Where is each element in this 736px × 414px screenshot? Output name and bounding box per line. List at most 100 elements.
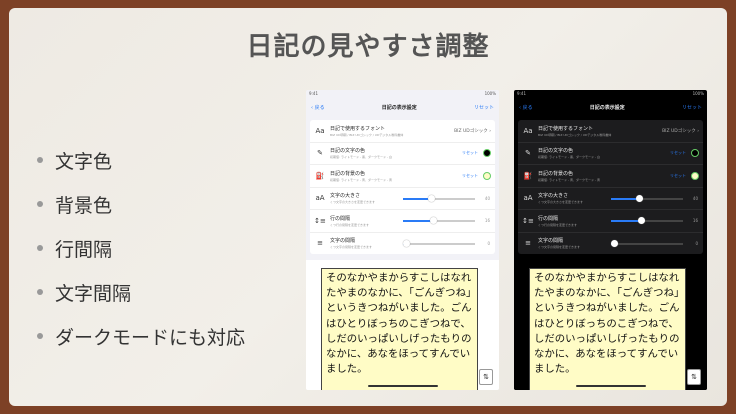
slider-knob[interactable] — [611, 239, 619, 247]
bullet-text: ダークモードにも対応 — [55, 326, 246, 349]
slider-value: 40 — [484, 195, 490, 201]
settings-row[interactable]: aA 文字の大きさ くつ文字の大きさを変更できます 40 — [310, 188, 495, 210]
bullet-text: 文字色 — [55, 150, 113, 173]
bullet-dot-icon — [37, 245, 43, 251]
dark-mode-screenshot: 9:41 100% ‹ 戻る 日記の表示設定 リセット Aa 日記で使用するフォント BIZ … — [514, 90, 707, 390]
settings-row[interactable]: ✎ 日記の文字の色 初期値: ライトモード - 黒、ダークモード - 白リセット — [310, 143, 495, 165]
nav-bar: ‹ 戻る 日記の表示設定 リセット — [514, 99, 707, 115]
row-label: 日記の文字の色 — [538, 148, 574, 155]
settings-row[interactable]: ✎ 日記の文字の色 初期値: ライトモード - 黒、ダークモード - 白リセット — [518, 143, 703, 165]
color-swatch[interactable] — [483, 149, 491, 158]
diary-preview: そのなかやまからすこしはなれたやまのなかに、「ごんぎつね」というきつねがいました… — [321, 268, 478, 390]
font-icon: Aa — [523, 126, 533, 135]
font-value[interactable]: BIZ UDゴシック › — [662, 128, 699, 134]
home-indicator — [576, 385, 646, 387]
settings-row[interactable]: ↕≡ 行の間隔 くつ行の間隔を変更できます 16 — [310, 210, 495, 233]
letter-spacing-icon: ≡ — [317, 239, 323, 248]
settings-row[interactable]: Aa 日記で使用するフォント BIZ UD明朝 / BIZ UDゴシック / UDデ… — [310, 120, 495, 143]
battery-status: 100% — [484, 91, 496, 96]
row-sub: 初期値: ライトモード - 黒、ダークモード - 白 — [538, 155, 600, 160]
slider-value: 40 — [692, 195, 698, 201]
text-size-icon: aA — [523, 194, 533, 203]
font-value-text: BIZ UDゴシック — [662, 128, 696, 134]
color-swatch[interactable] — [691, 171, 699, 180]
slider-knob[interactable] — [637, 217, 645, 224]
row-text: 日記の文字の色 初期値: ライトモード - 黒、ダークモード - 白 — [330, 147, 462, 159]
line-spacing-icon: ↕≡ — [522, 216, 534, 225]
row-sub: くつ行の間隔を変更できます — [538, 222, 578, 227]
preview-text: そのなかやまからすこしはなれたやまのなかに、「ごんぎつね」というきつねがいました… — [534, 272, 680, 376]
slider-knob[interactable] — [403, 239, 411, 247]
color-swatch[interactable] — [483, 171, 491, 180]
slider-fill — [611, 220, 642, 222]
paint-bucket-icon: ⛽ — [315, 171, 325, 180]
bullet-text: 背景色 — [55, 194, 113, 217]
diary-preview: そのなかやまからすこしはなれたやまのなかに、「ごんぎつね」というきつねがいました… — [529, 268, 686, 390]
letter-spacing-icon: ≡ — [525, 239, 531, 248]
row-label: 日記の背景の色 — [330, 170, 366, 177]
setting-slider[interactable] — [611, 217, 683, 224]
setting-slider[interactable] — [403, 194, 475, 202]
row-sub: BIZ UD明朝 / BIZ UDゴシック / UDデジタル教科書体 — [538, 132, 612, 137]
bullet-dot-icon — [37, 201, 43, 207]
setting-slider[interactable] — [611, 239, 683, 247]
font-value-text: BIZ UDゴシック — [454, 128, 488, 134]
nav-title: 日記の表示設定 — [381, 104, 417, 111]
setting-slider[interactable] — [611, 194, 683, 202]
slide-title: 日記の見やすさ調整 — [246, 32, 490, 62]
row-reset-button[interactable]: リセット — [462, 150, 478, 156]
reset-all-button[interactable]: リセット — [682, 104, 702, 111]
back-label: 戻る — [522, 104, 533, 111]
slider-value: 16 — [692, 218, 698, 224]
settings-row[interactable]: ⛽ 日記の背景の色 初期値: ライトモード - 黄、ダークモード - 黄リセット — [518, 165, 703, 188]
settings-list: Aa 日記で使用するフォント BIZ UD明朝 / BIZ UDゴシック / UDデ… — [518, 120, 703, 254]
status-bar: 9:41 100% — [306, 90, 499, 99]
row-text: 日記の文字の色 初期値: ライトモード - 黒、ダークモード - 白 — [538, 147, 670, 159]
status-time: 9:41 — [517, 91, 526, 96]
back-button[interactable]: ‹ 戻る — [311, 104, 325, 111]
settings-row[interactable]: ≡ 文字の間隔 くつ文字の間隔を変更できます 0 — [310, 233, 495, 255]
home-indicator — [368, 385, 438, 387]
row-sub: くつ文字の大きさを変更できます — [538, 200, 584, 205]
pen-icon: ✎ — [525, 149, 531, 158]
color-swatch[interactable] — [691, 149, 699, 158]
slide: 日記の見やすさ調整 文字色 背景色 行間隔 文字間隔 ダークモードにも対応 9:… — [9, 8, 727, 406]
row-reset-button[interactable]: リセット — [670, 173, 686, 179]
slide-frame: 日記の見やすさ調整 文字色 背景色 行間隔 文字間隔 ダークモードにも対応 9:… — [0, 0, 736, 414]
adjust-icon[interactable]: ⇅ — [479, 369, 493, 385]
settings-row[interactable]: Aa 日記で使用するフォント BIZ UD明朝 / BIZ UDゴシック / UDデ… — [518, 120, 703, 143]
status-time: 9:41 — [309, 91, 318, 96]
row-reset-button[interactable]: リセット — [462, 173, 478, 179]
reset-all-button[interactable]: リセット — [474, 104, 494, 111]
bullet-item: 文字間隔 — [37, 270, 245, 314]
font-value[interactable]: BIZ UDゴシック › — [454, 128, 491, 134]
adjust-icon[interactable]: ⇅ — [687, 369, 701, 385]
settings-row[interactable]: aA 文字の大きさ くつ文字の大きさを変更できます 40 — [518, 188, 703, 210]
row-sub: くつ文字の大きさを変更できます — [330, 200, 376, 205]
slider-knob[interactable] — [636, 194, 644, 202]
bullet-dot-icon — [37, 333, 43, 339]
row-label: 日記の背景の色 — [538, 170, 574, 177]
settings-row[interactable]: ⛽ 日記の背景の色 初期値: ライトモード - 黄、ダークモード - 黄 リセット — [310, 165, 495, 188]
slider-knob[interactable] — [428, 194, 436, 202]
row-sub: 初期値: ライトモード - 黄、ダークモード - 黄 — [330, 177, 392, 182]
text-size-icon: aA — [315, 194, 325, 203]
bullet-item: 行間隔 — [37, 226, 245, 270]
back-label: 戻る — [314, 104, 325, 111]
bullet-dot-icon — [37, 157, 43, 163]
slider-knob[interactable] — [429, 217, 437, 224]
row-sub: くつ文字の間隔を変更できます — [330, 245, 373, 250]
bullet-dot-icon — [37, 289, 43, 295]
row-sub: くつ行の間隔を変更できます — [330, 222, 370, 227]
back-button[interactable]: ‹ 戻る — [519, 104, 533, 111]
setting-slider[interactable] — [403, 239, 475, 247]
settings-row[interactable]: ≡ 文字の間隔 くつ文字の間隔を変更できます 0 — [518, 233, 703, 255]
bullet-item: 背景色 — [37, 182, 245, 226]
setting-slider[interactable] — [403, 217, 475, 224]
row-reset-button[interactable]: リセット — [670, 150, 686, 156]
row-text: 日記の背景の色 初期値: ライトモード - 黄、ダークモード - 黄 — [538, 170, 670, 182]
bullet-item: 文字色 — [37, 138, 245, 182]
row-sub: BIZ UD明朝 / BIZ UDゴシック / UDデジタル教科書体 — [330, 132, 404, 137]
settings-row[interactable]: ↕≡ 行の間隔 くつ行の間隔を変更できます 16 — [518, 210, 703, 233]
row-label: 日記で使用するフォント — [538, 125, 594, 132]
